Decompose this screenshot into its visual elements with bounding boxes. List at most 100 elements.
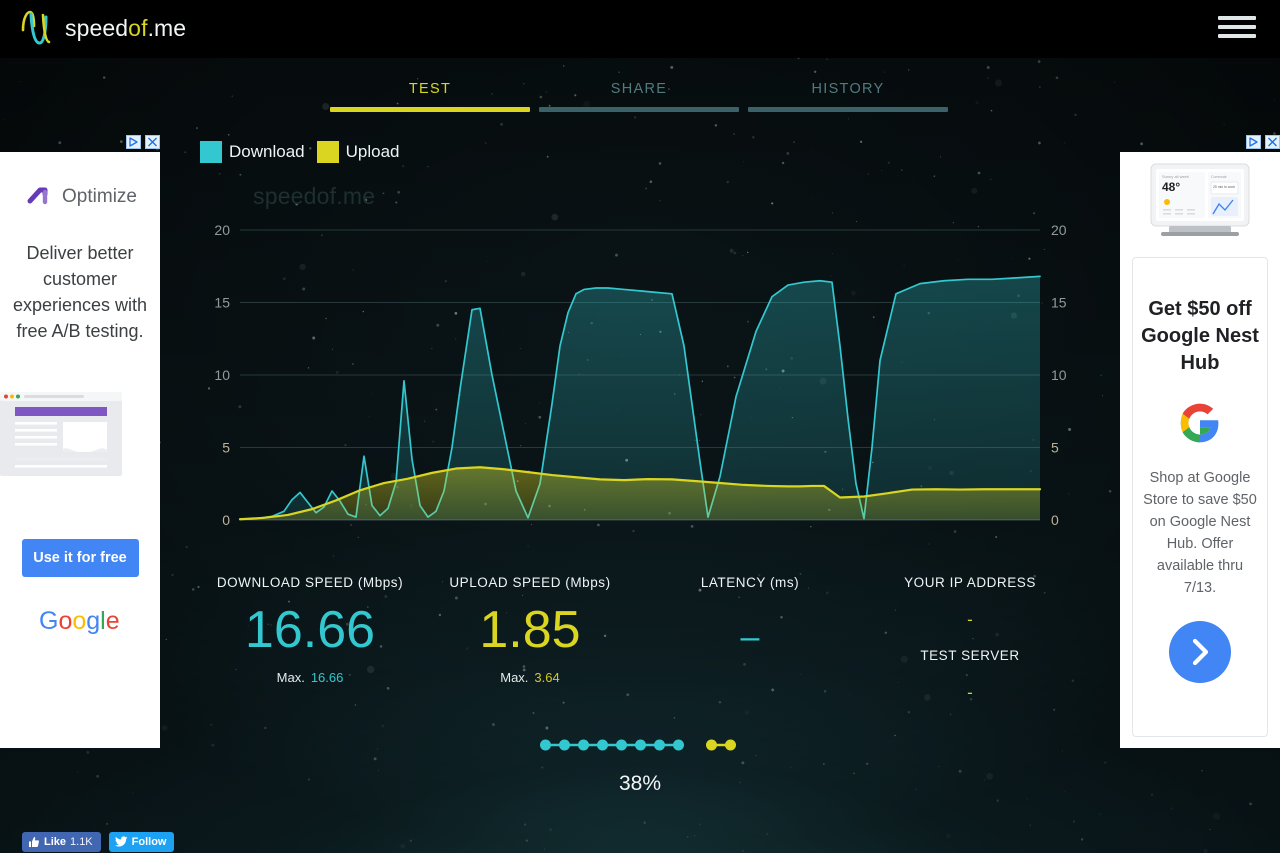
svg-text:25 min to work: 25 min to work — [1213, 185, 1235, 189]
tab-share-label: SHARE — [610, 81, 668, 97]
svg-text:Google: Google — [39, 607, 120, 635]
tab-history-label: HISTORY — [811, 81, 885, 97]
ad-right-card: Get $50 off Google Nest Hub Shop at Goog… — [1132, 257, 1268, 737]
site-header: speedof.me — [0, 0, 1280, 58]
svg-text:Commute: Commute — [1211, 175, 1227, 179]
ad-left-cta-button[interactable]: Use it for free — [21, 539, 139, 577]
upload-speed-label: UPLOAD SPEED (Mbps) — [449, 575, 611, 590]
thumbs-up-icon — [29, 837, 39, 847]
svg-text:0: 0 — [222, 512, 230, 528]
results-panel: DOWNLOAD SPEED (Mbps) 16.66 Max. 16.66 UP… — [195, 575, 1085, 705]
download-max-value: 16.66 — [310, 670, 344, 685]
google-g-icon — [1180, 403, 1219, 443]
facebook-like-count: 1.1K — [70, 836, 93, 848]
test-server-value: - — [967, 683, 973, 702]
adchoices-icon[interactable] — [1246, 135, 1261, 149]
site-logo-text: speedof.me — [65, 14, 187, 41]
logo-text-of: of — [128, 14, 148, 41]
google-optimize-icon — [27, 187, 48, 205]
svg-text:15: 15 — [1051, 295, 1067, 311]
result-upload: UPLOAD SPEED (Mbps) 1.85 Max. 3.64 — [415, 575, 645, 685]
ad-left-brand-name: Optimize — [62, 186, 137, 207]
legend-item-download: Download — [200, 141, 305, 163]
tab-share[interactable]: SHARE — [539, 72, 739, 112]
menu-bar-1 — [1218, 16, 1256, 20]
tab-test-underline — [330, 107, 530, 112]
nest-hub-temperature: 48° — [1162, 180, 1180, 194]
logo-text-speed: speed — [65, 14, 129, 41]
twitter-follow-label: Follow — [131, 836, 167, 848]
social-buttons: Like 1.1K Follow — [22, 832, 175, 852]
ip-address-value: - — [967, 610, 973, 629]
ad-left-illustration-icon — [0, 392, 122, 476]
svg-text:5: 5 — [222, 440, 230, 456]
app-stage: speedof.me TEST SHARE HISTORY Download U… — [0, 0, 1280, 853]
chart-legend: Download Upload — [200, 141, 399, 163]
result-latency: LATENCY (ms) – — [640, 575, 860, 654]
ad-left-controls — [126, 134, 160, 150]
legend-label-download: Download — [229, 142, 305, 161]
twitter-bird-icon — [114, 836, 128, 847]
svg-text:0: 0 — [1051, 512, 1059, 528]
speedofme-logo-icon — [21, 10, 51, 45]
ip-address-label: YOUR IP ADDRESS — [904, 575, 1036, 590]
ad-right-body: Shop at Google Store to save $50 on Goog… — [1143, 470, 1257, 596]
tab-test[interactable]: TEST — [330, 72, 530, 112]
ad-right-nest-hub[interactable]: Sunny all week 48° Commute 25 min to wor… — [1120, 135, 1280, 748]
tab-share-underline — [539, 107, 739, 112]
chart-plot: 0 0 5 5 10 10 15 15 20 20 — [214, 222, 1067, 528]
close-icon[interactable] — [1265, 135, 1280, 149]
ad-right-headline: Get $50 off Google Nest Hub — [1141, 298, 1259, 374]
svg-text:5: 5 — [1051, 440, 1059, 456]
legend-swatch-download — [200, 141, 222, 163]
close-icon[interactable] — [145, 135, 160, 149]
menu-bar-3 — [1218, 34, 1256, 38]
test-server-label: TEST SERVER — [920, 648, 1020, 663]
tab-history[interactable]: HISTORY — [748, 72, 948, 112]
speed-chart: speedof.me 0 0 5 5 10 10 15 15 20 20 — [195, 175, 1085, 550]
svg-text:Sunny all week: Sunny all week — [1162, 174, 1189, 179]
hamburger-menu-icon[interactable] — [1218, 10, 1256, 44]
tab-test-label: TEST — [408, 81, 452, 97]
download-max-label: Max. — [276, 670, 305, 685]
twitter-follow-button[interactable]: Follow — [108, 832, 175, 852]
upload-max-label: Max. — [500, 670, 529, 685]
download-max-row: Max. 16.66 — [195, 670, 425, 685]
facebook-like-label: Like — [44, 836, 67, 848]
menu-bar-2 — [1218, 25, 1256, 29]
legend-label-upload: Upload — [345, 142, 400, 161]
ad-right-controls — [1246, 134, 1280, 150]
chart-watermark: speedof.me — [253, 183, 376, 209]
nest-hub-device-icon: Sunny all week 48° Commute 25 min to wor… — [1150, 163, 1250, 236]
latency-value: – — [740, 618, 760, 656]
result-download: DOWNLOAD SPEED (Mbps) 16.66 Max. 16.66 — [195, 575, 425, 685]
svg-text:15: 15 — [214, 295, 230, 311]
chevron-right-icon — [1192, 638, 1209, 666]
result-test-server: TEST SERVER - — [855, 648, 1085, 701]
ad-right-cta-button[interactable] — [1169, 621, 1231, 683]
google-wordmark-icon: Google — [39, 607, 120, 635]
main-tabs: TEST SHARE HISTORY — [330, 72, 950, 112]
facebook-like-button[interactable]: Like 1.1K — [22, 832, 101, 852]
svg-text:20: 20 — [1051, 222, 1067, 238]
upload-max-row: Max. 3.64 — [415, 670, 645, 685]
svg-text:10: 10 — [214, 367, 230, 383]
upload-speed-value: 1.85 — [479, 601, 581, 659]
ad-left-optimize[interactable]: Optimize Deliver better customer experie… — [0, 135, 160, 748]
logo-text-me: .me — [147, 14, 187, 41]
progress-dots — [538, 736, 742, 754]
test-progress: 38% — [0, 736, 1280, 796]
svg-text:10: 10 — [1051, 367, 1067, 383]
ad-left-brand-row: Optimize — [0, 182, 160, 212]
latency-label: LATENCY (ms) — [700, 575, 800, 590]
download-speed-value: 16.66 — [244, 601, 376, 659]
legend-item-upload: Upload — [316, 141, 400, 163]
upload-max-value: 3.64 — [534, 670, 560, 685]
ad-left-headline: Deliver better customer experiences with… — [12, 243, 148, 341]
tab-history-underline — [748, 107, 948, 112]
adchoices-icon[interactable] — [126, 135, 141, 149]
site-logo[interactable]: speedof.me — [20, 8, 186, 48]
result-ip-address: YOUR IP ADDRESS - — [855, 575, 1085, 628]
svg-text:20: 20 — [214, 222, 230, 238]
legend-swatch-upload — [316, 141, 339, 163]
